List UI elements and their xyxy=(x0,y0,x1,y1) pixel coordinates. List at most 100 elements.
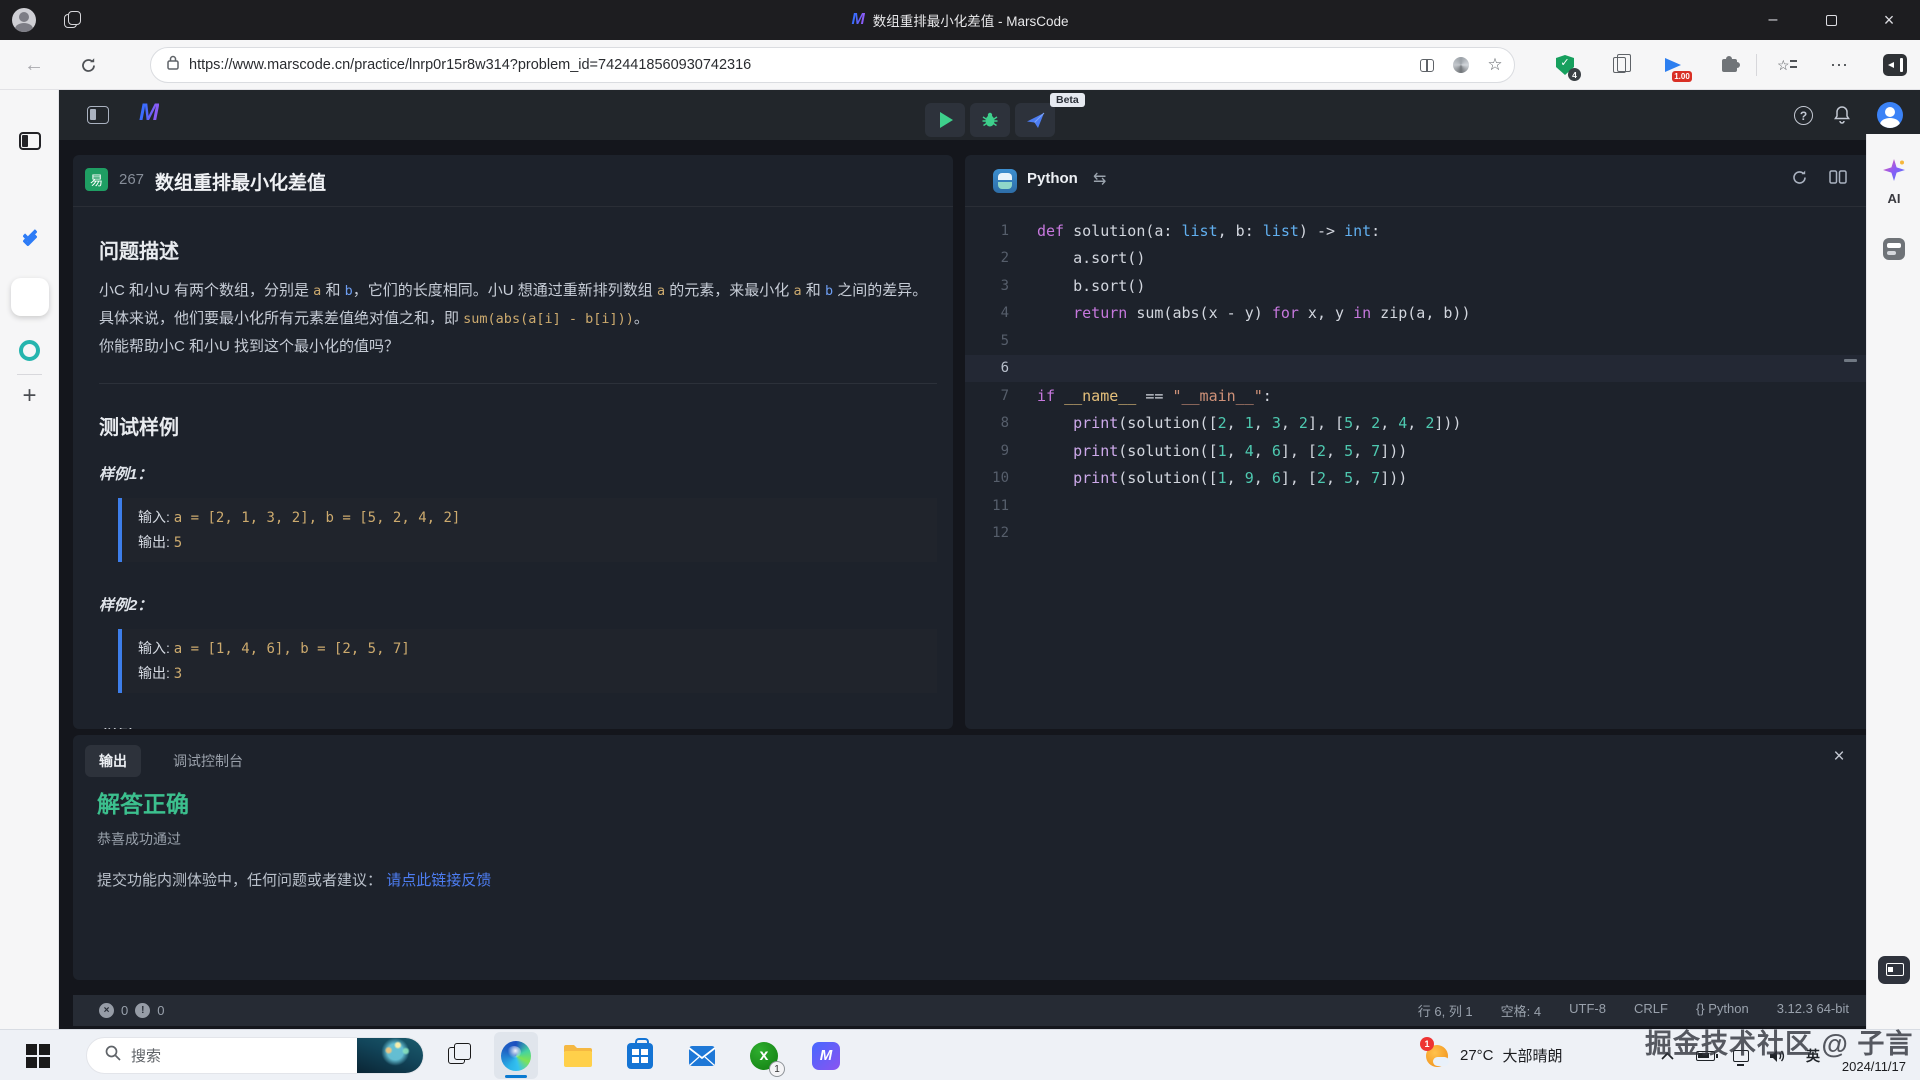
language-label[interactable]: Python xyxy=(1027,170,1078,187)
code-token: 7 xyxy=(1371,442,1380,460)
copilot-ai-item[interactable]: AI xyxy=(1867,158,1920,206)
user-avatar[interactable] xyxy=(1877,102,1903,128)
code-token xyxy=(1037,414,1073,432)
code-line[interactable]: 5 xyxy=(965,327,1873,355)
tab-output[interactable]: 输出 xyxy=(85,745,141,777)
code-editor[interactable]: 1def solution(a: list, b: list) -> int:2… xyxy=(965,207,1873,729)
taskbar-xbox[interactable]: x 1 xyxy=(742,1032,786,1079)
debug-button[interactable] xyxy=(970,103,1010,137)
sidebar-panel-button[interactable] xyxy=(1878,956,1910,984)
taskbar-weather[interactable]: 1 27°C 大部晴朗 xyxy=(1424,1030,1563,1080)
marscode-logo: M xyxy=(139,101,159,125)
split-screen-icon[interactable] xyxy=(1412,50,1442,80)
sidebar-toggle-icon[interactable] xyxy=(1878,40,1912,90)
sample-label: 样例3： xyxy=(99,727,937,729)
browser-titlebar: M 数组重排最小化差值 - MarsCode – × xyxy=(0,0,1920,40)
problems-summary[interactable]: × 0 ! 0 xyxy=(73,1003,164,1018)
collapse-panel-icon[interactable] xyxy=(87,106,109,124)
code-token: 2 xyxy=(1371,414,1380,432)
url-text[interactable]: https://www.marscode.cn/practice/lnrp0r1… xyxy=(189,57,1412,73)
taskbar-store[interactable] xyxy=(618,1032,662,1079)
taskbar-edge[interactable] xyxy=(494,1032,538,1079)
submit-button[interactable] xyxy=(1015,103,1055,137)
code-line[interactable]: 1def solution(a: list, b: list) -> int: xyxy=(965,217,1873,245)
code-text: print(solution([2, 1, 3, 2], [5, 2, 4, 2… xyxy=(1037,414,1461,432)
language-mode[interactable]: {} Python xyxy=(1696,1001,1749,1020)
close-output-icon[interactable]: × xyxy=(1825,743,1853,771)
back-icon[interactable]: ← xyxy=(18,40,50,90)
tab-debug-console[interactable]: 调试控制台 xyxy=(159,745,257,777)
line-number: 3 xyxy=(965,278,1037,294)
code-line[interactable]: 9 print(solution([1, 4, 6], [2, 5, 7])) xyxy=(965,437,1873,465)
favorites-bar-icon[interactable]: ☆ xyxy=(1770,40,1804,90)
code-line[interactable]: 7if __name__ == "__main__": xyxy=(965,382,1873,410)
lock-icon[interactable] xyxy=(167,55,179,75)
cursor-position[interactable]: 行 6, 列 1 xyxy=(1418,1001,1473,1020)
reload-icon[interactable] xyxy=(72,40,104,90)
io-value: 3 xyxy=(174,666,182,682)
encoding[interactable]: UTF-8 xyxy=(1569,1001,1606,1020)
code-token: 2 xyxy=(1317,442,1326,460)
code-text: print(solution([1, 9, 6], [2, 5, 7])) xyxy=(1037,469,1407,487)
add-app-icon[interactable]: + xyxy=(0,382,59,410)
close-button[interactable]: × xyxy=(1866,0,1912,40)
problem-title: 数组重排最小化差值 xyxy=(155,168,326,195)
notes-extension-icon[interactable] xyxy=(1604,40,1634,90)
flag-extension-icon[interactable]: 1.00 xyxy=(1656,40,1690,90)
address-bar[interactable]: https://www.marscode.cn/practice/lnrp0r1… xyxy=(150,47,1515,83)
code-line[interactable]: 10 print(solution([1, 9, 6], [2, 5, 7])) xyxy=(965,465,1873,493)
desc-text: 和 xyxy=(802,282,825,299)
language-swap-icon[interactable]: ⇆ xyxy=(1093,169,1106,189)
minimize-button[interactable]: – xyxy=(1750,0,1796,40)
adblock-shield-icon[interactable]: 4 xyxy=(1548,40,1582,90)
code-token: 6 xyxy=(1272,442,1281,460)
start-button[interactable] xyxy=(16,1030,60,1080)
favorite-star-icon[interactable]: ☆ xyxy=(1480,50,1510,80)
copilot-icon[interactable] xyxy=(1446,50,1476,80)
indent-setting[interactable]: 空格: 4 xyxy=(1501,1001,1541,1020)
maximize-button[interactable] xyxy=(1808,0,1854,40)
code-line[interactable]: 12 xyxy=(965,520,1873,548)
code-token: 5 xyxy=(1344,442,1353,460)
python-version[interactable]: 3.12.3 64-bit xyxy=(1777,1001,1849,1020)
teal-ring-app-icon[interactable] xyxy=(0,340,59,361)
code-line[interactable]: 6 xyxy=(965,355,1873,383)
taskbar-search[interactable]: 搜索 xyxy=(86,1037,424,1074)
panel-layout-icon[interactable] xyxy=(0,132,59,150)
taskbar-mail[interactable] xyxy=(680,1032,724,1079)
layout-split-icon[interactable] xyxy=(1829,169,1847,190)
sidebar-tool-icon[interactable] xyxy=(1883,238,1905,260)
reset-code-icon[interactable] xyxy=(1791,169,1808,191)
code-token: , b: xyxy=(1218,222,1263,240)
marscode-favicon: M xyxy=(851,12,864,28)
code-line[interactable]: 4 return sum(abs(x - y) for x, y in zip(… xyxy=(965,300,1873,328)
marscode-active-app-icon[interactable] xyxy=(0,278,59,316)
code-line[interactable]: 2 a.sort() xyxy=(965,245,1873,273)
code-line[interactable]: 8 print(solution([2, 1, 3, 2], [5, 2, 4,… xyxy=(965,410,1873,438)
search-placeholder: 搜索 xyxy=(131,1045,357,1066)
taskbar-marscode[interactable]: M xyxy=(804,1032,848,1079)
juejin-chevrons-icon[interactable] xyxy=(0,230,59,243)
eol-setting[interactable]: CRLF xyxy=(1634,1001,1668,1020)
problem-body[interactable]: 问题描述 小C 和小U 有两个数组，分别是 a 和 b，它们的长度相同。小U 想… xyxy=(73,207,953,729)
inline-code: a xyxy=(657,283,665,299)
bing-daily-image[interactable] xyxy=(357,1037,423,1074)
code-token: for xyxy=(1272,304,1299,322)
edge-right-sidebar: AI xyxy=(1866,134,1920,1029)
weather-icon: 1 xyxy=(1424,1042,1451,1069)
sample-label: 样例1： xyxy=(99,465,937,485)
python-icon xyxy=(993,169,1017,193)
code-line[interactable]: 3 b.sort() xyxy=(965,272,1873,300)
help-icon[interactable]: ? xyxy=(1794,106,1813,125)
extension-puzzle-icon[interactable] xyxy=(1714,40,1744,90)
run-button[interactable] xyxy=(925,103,965,137)
taskbar-explorer[interactable] xyxy=(556,1032,600,1079)
more-menu-icon[interactable]: ⋯ xyxy=(1824,40,1854,90)
section-divider xyxy=(99,383,937,384)
code-line[interactable]: 11 xyxy=(965,492,1873,520)
task-view-icon[interactable] xyxy=(448,1043,474,1067)
marscode-taskbar-icon: M xyxy=(812,1042,840,1070)
notification-bell-icon[interactable] xyxy=(1833,105,1851,129)
feedback-link[interactable]: 请点此链接反馈 xyxy=(386,872,491,889)
difficulty-badge: 易 xyxy=(85,168,108,191)
